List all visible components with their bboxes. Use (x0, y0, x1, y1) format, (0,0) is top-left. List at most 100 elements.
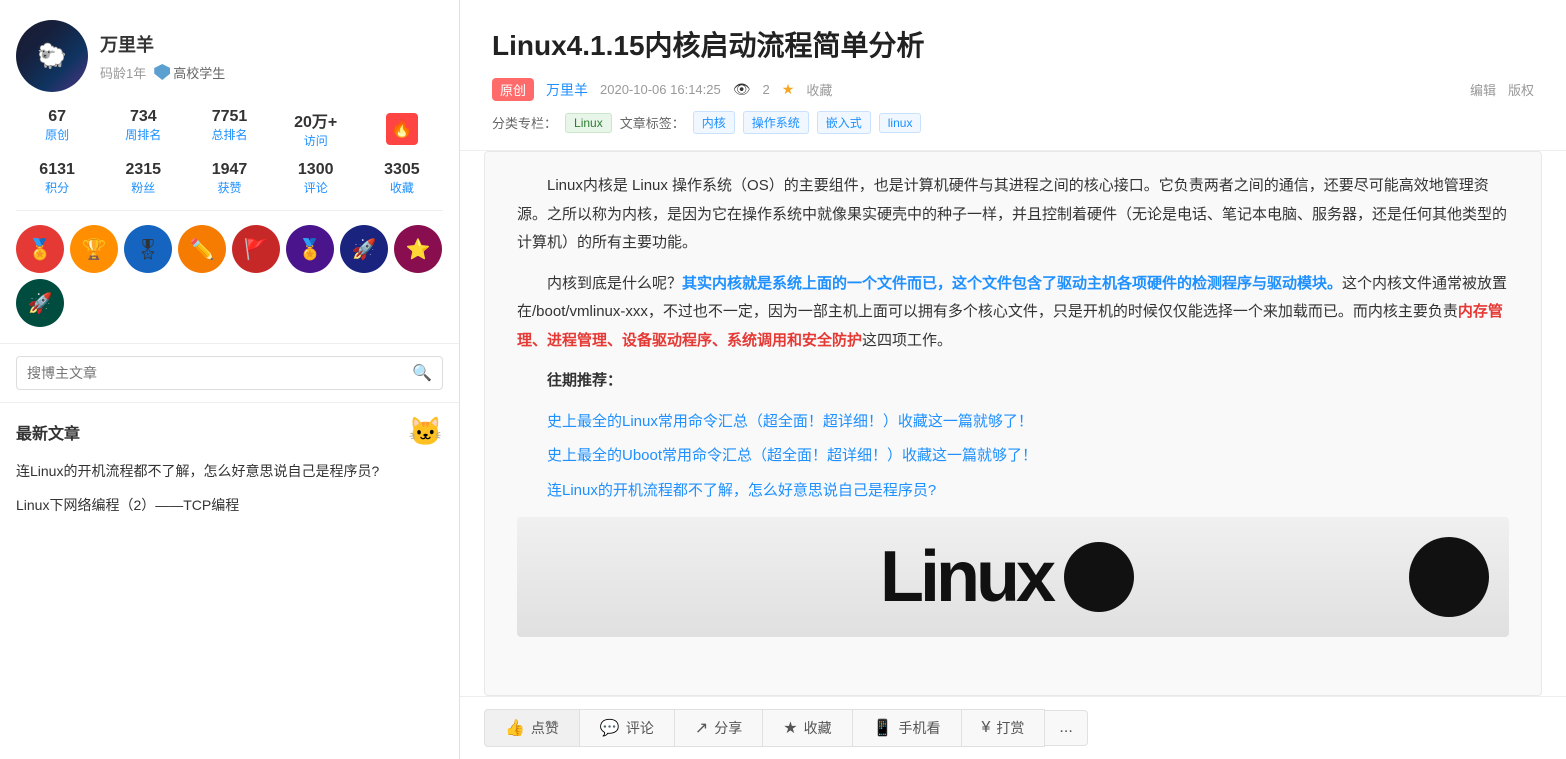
category-label: 分类专栏： (492, 113, 557, 132)
latest-header: 最新文章 🐱 (16, 415, 443, 448)
comment-icon: 💬 (600, 718, 620, 738)
share-icon: ↗ (695, 718, 708, 738)
star-icon: ★ (782, 81, 795, 98)
collect-button[interactable]: ★ 收藏 (763, 709, 852, 747)
action-bar: 👍 点赞 💬 评论 ↗ 分享 ★ 收藏 📱 手机看 ¥ 打赏 ... (460, 696, 1566, 759)
image-circle (1064, 542, 1134, 612)
role-label: 高校学生 (173, 63, 225, 82)
article-link-1[interactable]: 连Linux的开机流程都不了解，怎么好意思说自己是程序员? (16, 460, 443, 482)
stats-row-1: 67 原创 734 周排名 7751 总排名 20万+ 访问 🔥 (16, 108, 443, 149)
article-image: Linux (517, 517, 1509, 637)
author-link[interactable]: 万里羊 (546, 80, 588, 100)
recommend-link-3[interactable]: 连Linux的开机流程都不了解，怎么好意思说自己是程序员? (547, 477, 1509, 506)
stat-likes-label: 获赞 (188, 179, 270, 196)
search-box: 🔍 (16, 356, 443, 390)
mobile-label: 手机看 (899, 718, 941, 738)
more-button[interactable]: ... (1045, 710, 1087, 746)
cat-icon: 🐱 (408, 415, 443, 448)
article-body: Linux内核是 Linux 操作系统（OS）的主要组件，也是计算机硬件与其进程… (484, 151, 1542, 696)
views-icon: 👁 (733, 81, 751, 98)
collect-label[interactable]: 收藏 (806, 80, 832, 99)
stat-week-rank-label: 周排名 (102, 126, 184, 143)
share-button[interactable]: ↗ 分享 (675, 709, 763, 747)
badges-row: 🏅 🏆 🎖 ✏️ 🚩 🏅 🚀 ⭐ 🚀 (16, 210, 443, 327)
badge-8: ⭐ (394, 225, 442, 273)
tag-embedded[interactable]: 嵌入式 (817, 111, 871, 134)
like-button[interactable]: 👍 点赞 (484, 709, 580, 747)
stats-row-2: 6131 积分 2315 粉丝 1947 获赞 1300 评论 3305 收藏 (16, 161, 443, 196)
stat-fans-label: 粉丝 (102, 179, 184, 196)
stat-visits-value: 20万+ (275, 108, 357, 132)
mobile-view-button[interactable]: 📱 手机看 (853, 709, 962, 747)
main-content: Linux4.1.15内核启动流程简单分析 原创 万里羊 2020-10-06 … (460, 0, 1566, 759)
collect-label-action: 收藏 (804, 718, 832, 738)
stat-original-label: 原创 (16, 126, 98, 143)
shield-icon (154, 64, 170, 80)
stat-total-rank: 7751 总排名 (188, 108, 270, 149)
para2-prefix: 内核到底是什么呢？ (547, 275, 682, 292)
stat-fans-value: 2315 (102, 161, 184, 179)
badge-9: 🚀 (16, 279, 64, 327)
search-section: 🔍 (0, 344, 459, 403)
stat-score: 6131 积分 (16, 161, 98, 196)
profile-top: 🐑 万里羊 码龄1年 高校学生 (16, 20, 443, 92)
stat-likes-value: 1947 (188, 161, 270, 179)
article-header: Linux4.1.15内核启动流程简单分析 原创 万里羊 2020-10-06 … (460, 0, 1566, 151)
original-badge: 原创 (492, 78, 534, 101)
badge-3: 🎖 (124, 225, 172, 273)
sidebar: 🐑 万里羊 码龄1年 高校学生 67 原创 734 周排名 (0, 0, 460, 759)
reward-label: 打赏 (996, 718, 1024, 738)
tag-kernel[interactable]: 内核 (693, 111, 735, 134)
stat-score-value: 6131 (16, 161, 98, 179)
stat-week-rank: 734 周排名 (102, 108, 184, 149)
stat-comments-label: 评论 (275, 179, 357, 196)
tag-linux[interactable]: linux (879, 113, 922, 133)
recommend-link-1[interactable]: 史上最全的Linux常用命令汇总（超全面！超详细！）收藏这一篇就够了！ (547, 408, 1509, 437)
stat-week-rank-value: 734 (102, 108, 184, 126)
tags-row: 分类专栏： Linux 文章标签： 内核 操作系统 嵌入式 linux (492, 111, 1534, 134)
tags-label: 文章标签： (620, 113, 685, 132)
stat-visits-label: 访问 (275, 132, 357, 149)
badge-4: ✏️ (178, 225, 226, 273)
recommend-link-2[interactable]: 史上最全的Uboot常用命令汇总（超全面！超详细！）收藏这一篇就够了！ (547, 442, 1509, 471)
article-para-1: Linux内核是 Linux 操作系统（OS）的主要组件，也是计算机硬件与其进程… (517, 172, 1509, 258)
comment-label: 评论 (626, 718, 654, 738)
rights-button[interactable]: 版权 (1508, 80, 1534, 99)
stat-collects-value: 3305 (361, 161, 443, 179)
stat-likes: 1947 获赞 (188, 161, 270, 196)
stat-collects-label: 收藏 (361, 179, 443, 196)
role-badge: 高校学生 (154, 63, 225, 82)
article-title: Linux4.1.15内核启动流程简单分析 (492, 24, 1534, 64)
badge-2: 🏆 (70, 225, 118, 273)
stat-original: 67 原创 (16, 108, 98, 149)
profile-name: 万里羊 (100, 31, 225, 57)
para2-highlight1: 其实内核就是系统上面的一个文件而已，这个文件包含了驱动主机各项硬件的检测程序与驱… (682, 275, 1342, 292)
reward-button[interactable]: ¥ 打赏 (962, 709, 1046, 747)
image-text: Linux (880, 517, 1052, 637)
stat-level: 🔥 (361, 108, 443, 149)
badge-1: 🏅 (16, 225, 64, 273)
badge-7: 🚀 (340, 225, 388, 273)
recommend-links: 史上最全的Linux常用命令汇总（超全面！超详细！）收藏这一篇就够了！ 史上最全… (517, 408, 1509, 506)
avatar[interactable]: 🐑 (16, 20, 88, 92)
collect-icon: ★ (783, 718, 797, 738)
stat-score-label: 积分 (16, 179, 98, 196)
share-label: 分享 (714, 718, 742, 738)
stat-total-rank-value: 7751 (188, 108, 270, 126)
edit-button[interactable]: 编辑 (1470, 80, 1496, 99)
tag-os[interactable]: 操作系统 (743, 111, 809, 134)
search-input[interactable] (27, 365, 412, 381)
category-tag[interactable]: Linux (565, 113, 612, 133)
profile-info: 万里羊 码龄1年 高校学生 (100, 31, 225, 82)
para2-suffix2: 这四项工作。 (862, 332, 952, 349)
stat-collects: 3305 收藏 (361, 161, 443, 196)
article-link-2[interactable]: Linux下网络编程（2）——TCP编程 (16, 494, 443, 516)
article-views: 2 (763, 82, 770, 97)
stat-visits: 20万+ 访问 (275, 108, 357, 149)
stat-fans: 2315 粉丝 (102, 161, 184, 196)
recommend-title: 往期推荐： (517, 367, 1509, 396)
search-button[interactable]: 🔍 (412, 363, 432, 383)
stat-comments-value: 1300 (275, 161, 357, 179)
badge-5: 🚩 (232, 225, 280, 273)
comment-button[interactable]: 💬 评论 (580, 709, 675, 747)
